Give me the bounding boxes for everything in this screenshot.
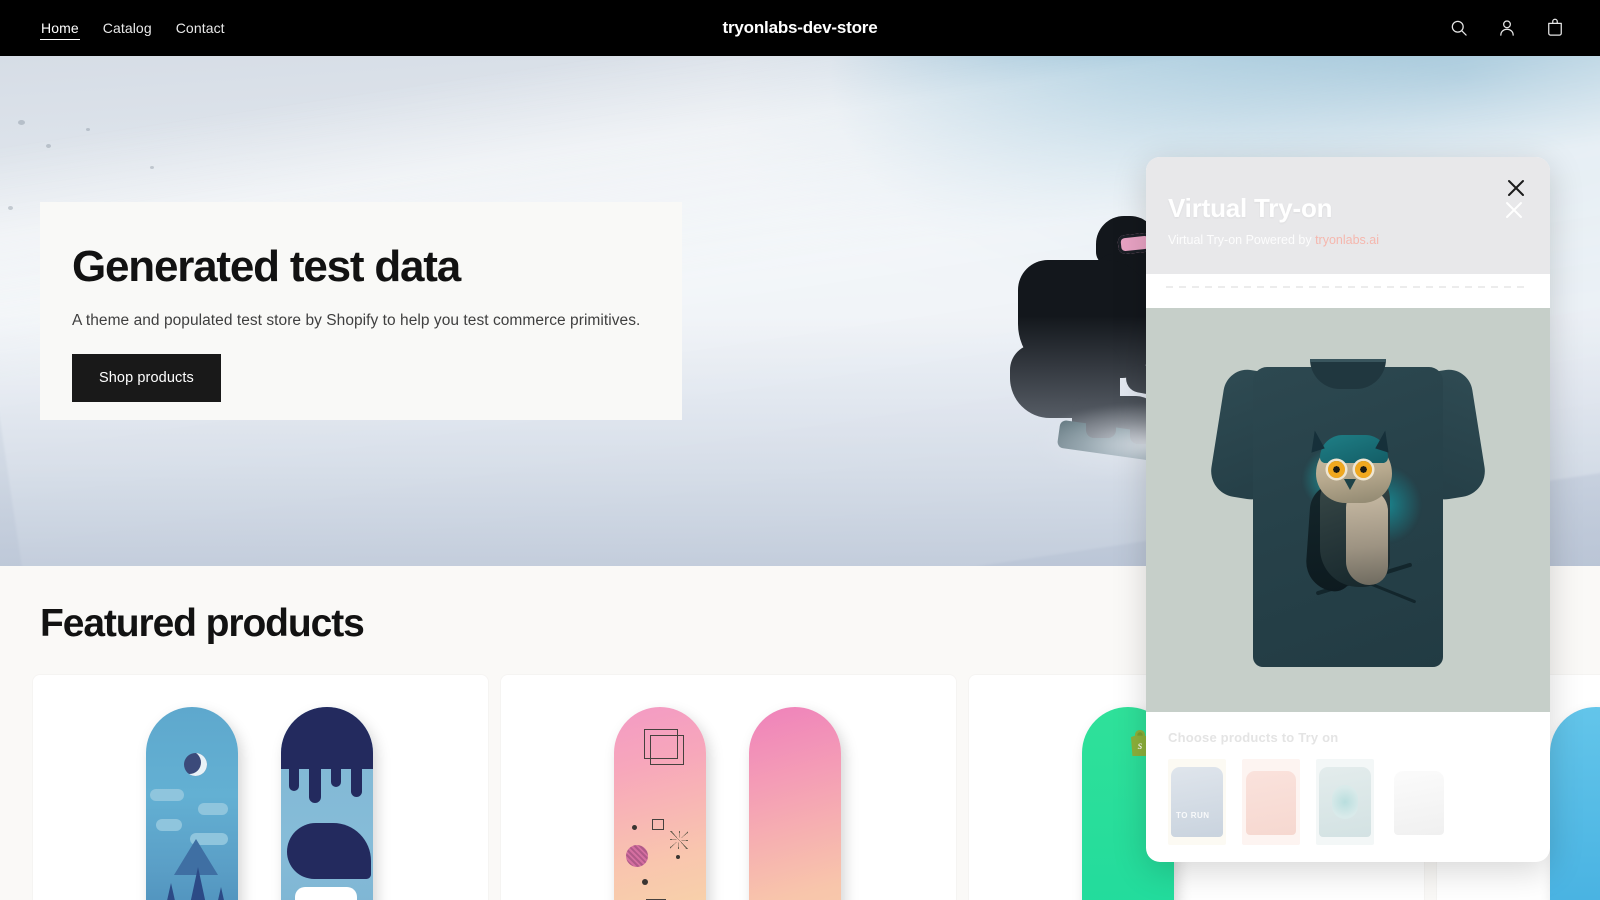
thumb-owl-tee[interactable]: [1316, 759, 1374, 845]
account-icon[interactable]: [1494, 15, 1520, 41]
cart-icon[interactable]: [1542, 15, 1568, 41]
tryon-product-picker: Choose products to Try on TO RUN: [1146, 712, 1550, 845]
thumb-plain-pink-tee[interactable]: [1242, 759, 1300, 845]
thumb-white-tee[interactable]: [1390, 759, 1448, 845]
thumb-born-to-run-tee[interactable]: TO RUN: [1168, 759, 1226, 845]
product-thumbnail-list: TO RUN: [1168, 759, 1528, 845]
thumb-caption: TO RUN: [1176, 811, 1210, 820]
main-navigation: Home Catalog Contact: [40, 17, 226, 40]
nav-item-home[interactable]: Home: [40, 17, 80, 40]
nav-item-catalog[interactable]: Catalog: [102, 17, 153, 39]
tryon-title: Virtual Try-on: [1168, 193, 1333, 223]
choose-products-label: Choose products to Try on: [1168, 730, 1339, 745]
product-card-snowboard-winter-forest[interactable]: [33, 675, 488, 900]
product-image-secondary: [749, 707, 841, 900]
close-icon-ghost[interactable]: [1502, 198, 1526, 222]
tryon-divider: [1146, 274, 1550, 308]
hero-subtitle: A theme and populated test store by Shop…: [72, 312, 641, 330]
header-actions: [1446, 15, 1568, 41]
page-title: Generated test data: [72, 242, 461, 291]
tshirt-graphic: [1207, 345, 1489, 675]
nav-item-contact[interactable]: Contact: [175, 17, 226, 39]
virtual-tryon-panel: Virtual Try-on Virtual Try-on Powered by…: [1146, 157, 1550, 862]
svg-text:s: s: [1138, 738, 1143, 752]
product-image: [146, 707, 238, 900]
page-root: Home Catalog Contact tryonlabs-dev-store: [0, 0, 1600, 900]
owl-artwork: [1280, 427, 1434, 617]
site-header: Home Catalog Contact tryonlabs-dev-store: [0, 0, 1600, 56]
tryon-preview-image: [1146, 308, 1550, 712]
tryon-subtitle-prefix: Virtual Try-on Powered by: [1168, 233, 1316, 247]
product-card-snowboard-sunset-gradient[interactable]: [501, 675, 956, 900]
product-image-secondary: [281, 707, 373, 900]
product-image: [1550, 707, 1600, 900]
product-image: [614, 707, 706, 900]
shop-products-button[interactable]: Shop products: [72, 354, 221, 403]
search-icon[interactable]: [1446, 15, 1472, 41]
close-icon[interactable]: [1504, 176, 1528, 200]
tryon-subtitle: Virtual Try-on Powered by tryonlabs.ai: [1168, 233, 1550, 247]
tryon-panel-header: Virtual Try-on Virtual Try-on Powered by…: [1146, 157, 1550, 274]
hero-content-card: Generated test data A theme and populate…: [40, 202, 682, 420]
store-name[interactable]: tryonlabs-dev-store: [723, 18, 878, 38]
tryonlabs-link[interactable]: tryonlabs.ai: [1315, 233, 1379, 247]
